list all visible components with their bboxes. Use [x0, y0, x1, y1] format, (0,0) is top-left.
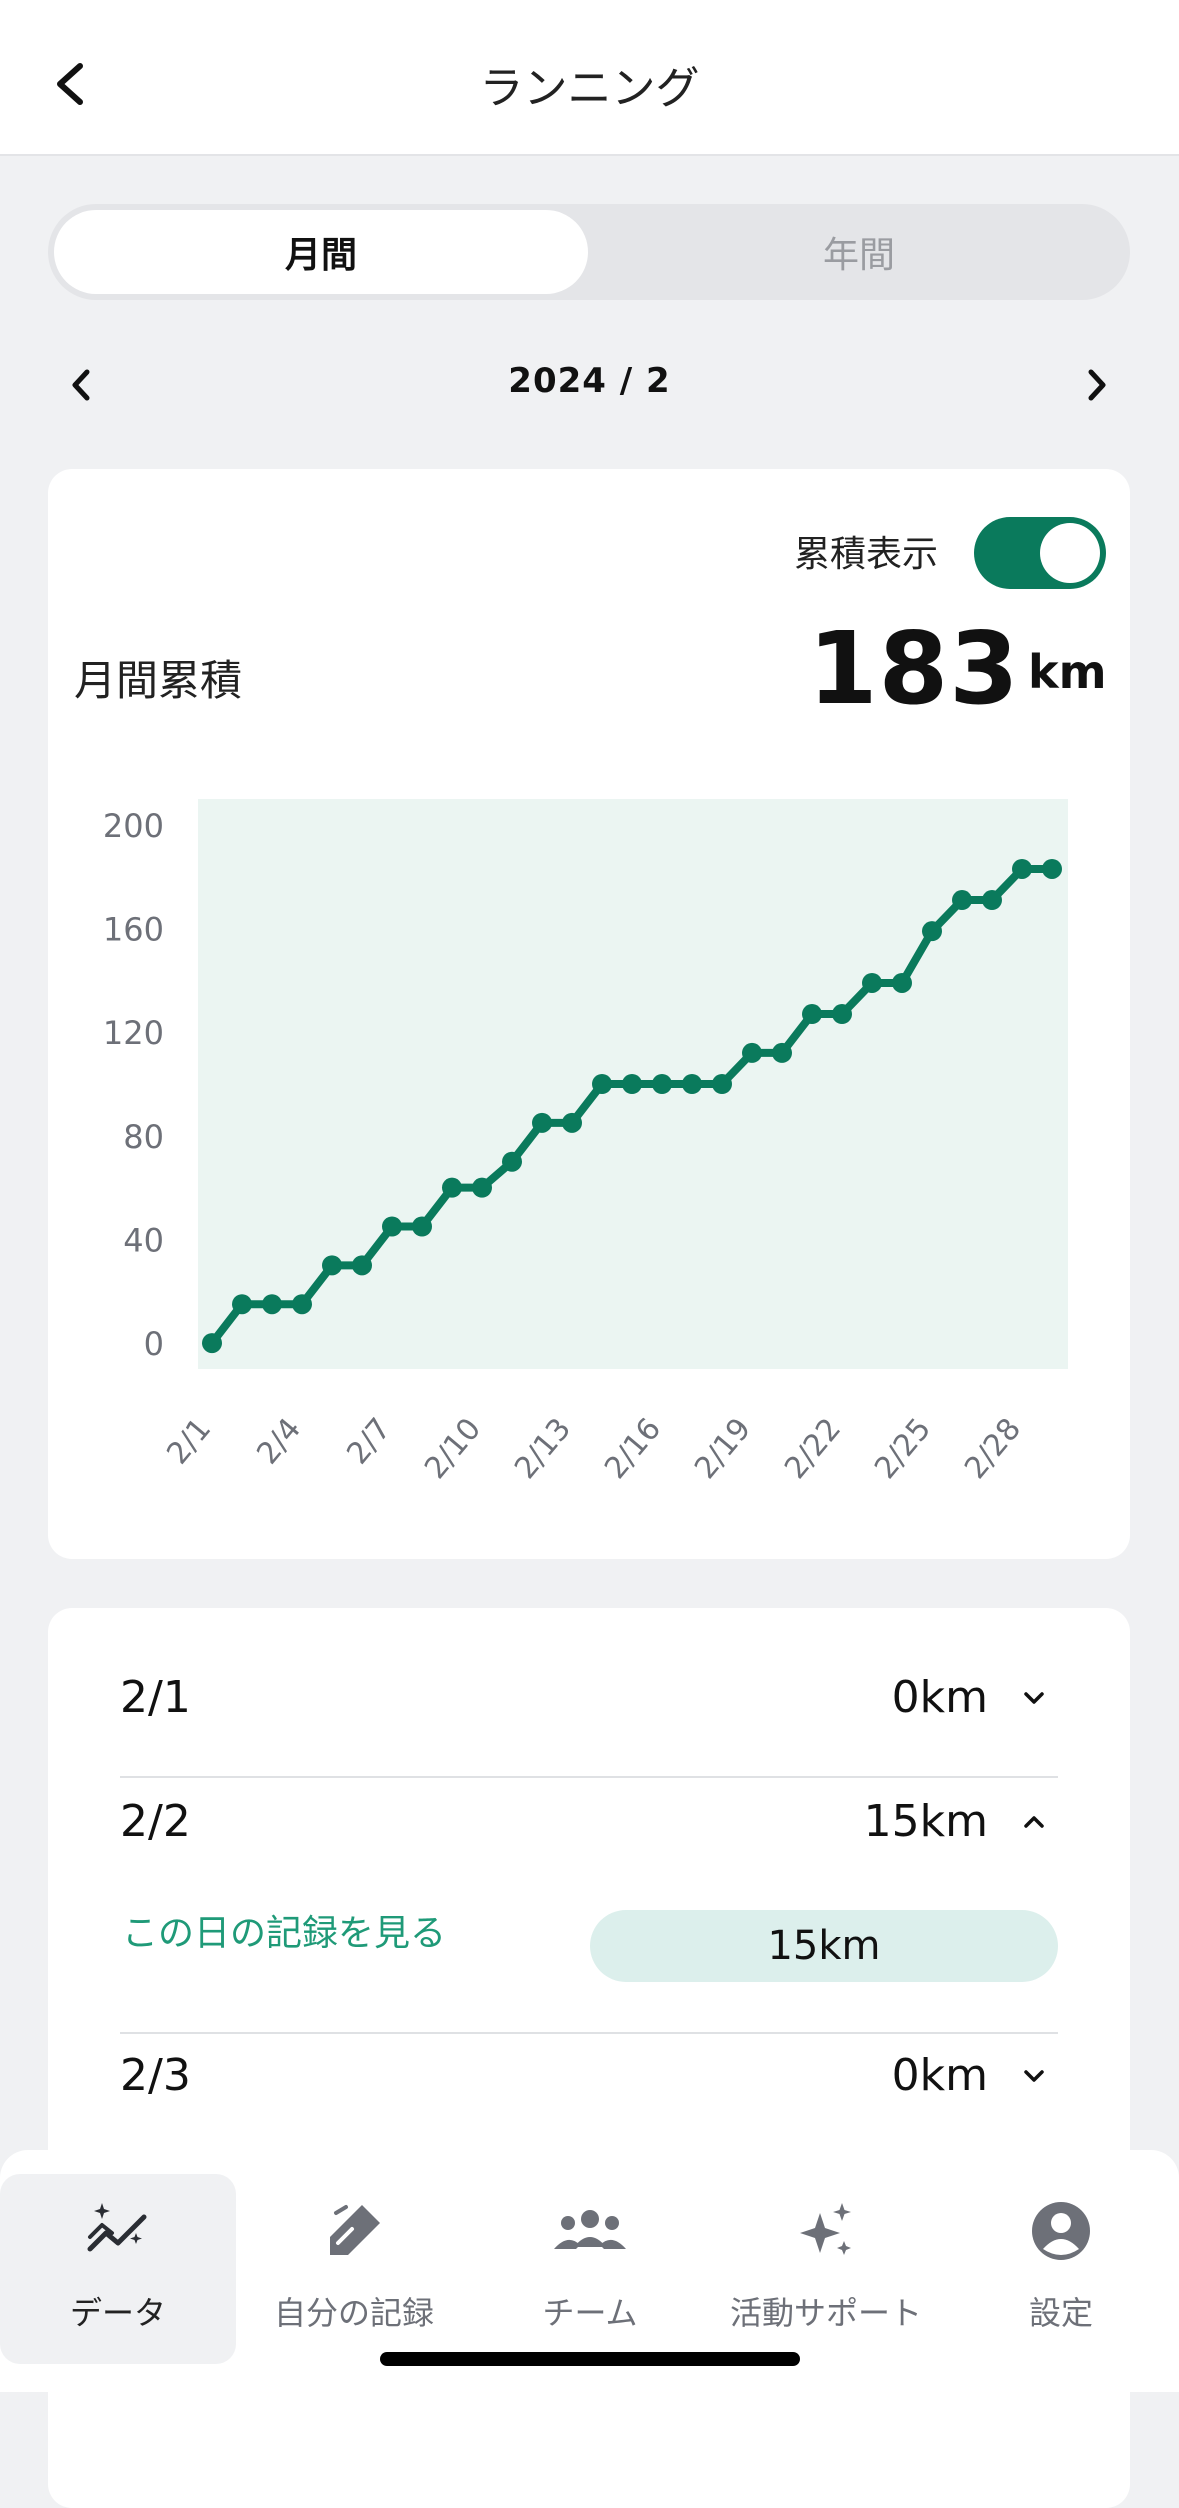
y-tick-label: 0	[144, 1325, 164, 1363]
data-point	[472, 1177, 492, 1198]
x-tick-label: 2/13	[508, 1412, 578, 1486]
tab-my-records[interactable]: 自分の記録	[236, 2174, 472, 2364]
data-point	[382, 1216, 402, 1237]
tab-monthly[interactable]: 月間	[54, 210, 588, 294]
record-row[interactable]: 2/1 0km	[120, 1668, 1058, 1728]
x-tick-label: 2/1	[160, 1412, 218, 1471]
record-value: 0km	[891, 1672, 988, 1723]
data-point	[232, 1294, 252, 1315]
record-value: 15km	[863, 1796, 988, 1847]
data-point	[562, 1112, 582, 1133]
tab-label: チーム	[542, 2294, 638, 2332]
y-tick-label: 40	[123, 1221, 164, 1259]
x-tick-label: 2/25	[868, 1412, 938, 1486]
record-date: 2/3	[120, 2050, 191, 2101]
tab-team[interactable]: チーム	[472, 2174, 708, 2364]
chevron-right-icon	[1088, 369, 1106, 401]
monthly-total-value: 183	[808, 610, 1020, 727]
chevron-down-icon[interactable]	[1014, 1678, 1054, 1718]
record-row[interactable]: 2/3 0km	[120, 2046, 1058, 2106]
data-point	[622, 1074, 642, 1094]
data-point	[772, 1042, 792, 1063]
tab-yearly[interactable]: 年間	[588, 204, 1130, 300]
tab-settings[interactable]: 設定	[943, 2174, 1179, 2364]
data-point	[862, 972, 882, 993]
data-point	[952, 890, 972, 911]
tab-activity-support[interactable]: 活動サポート	[708, 2174, 944, 2364]
toggle-knob	[1040, 523, 1100, 583]
month-navigation: 2024 / 2	[0, 355, 1179, 415]
chart-sparkle-icon	[0, 2196, 236, 2266]
data-point	[802, 1004, 822, 1025]
x-tick-label: 2/16	[598, 1412, 668, 1486]
sparkles-icon	[708, 2196, 944, 2266]
record-row-expanded[interactable]: 2/2 15km	[120, 1792, 1058, 1852]
divider	[120, 2032, 1058, 2034]
pencil-icon	[236, 2196, 472, 2266]
x-tick-label: 2/19	[688, 1412, 758, 1486]
data-point	[922, 921, 942, 942]
cumulative-toggle[interactable]	[974, 517, 1106, 589]
x-tick-label: 2/4	[250, 1412, 308, 1471]
data-point	[292, 1294, 312, 1315]
period-segmented-control: 月間 年間	[48, 204, 1130, 300]
data-point	[532, 1112, 552, 1133]
x-tick-label: 2/10	[418, 1412, 488, 1486]
data-point	[652, 1074, 672, 1094]
data-point	[712, 1074, 732, 1094]
chevron-up-icon[interactable]	[1014, 1802, 1054, 1842]
record-value: 0km	[891, 2050, 988, 2101]
tab-label: 設定	[1028, 2294, 1093, 2332]
data-point	[352, 1255, 372, 1276]
record-date: 2/2	[120, 1796, 191, 1847]
data-point	[202, 1333, 222, 1354]
cumulative-toggle-label: 累積表示	[794, 534, 939, 575]
data-point	[982, 890, 1002, 911]
page-title: ランニング	[479, 63, 700, 114]
x-tick-label: 2/22	[778, 1412, 848, 1486]
data-point	[322, 1255, 342, 1276]
data-point	[742, 1042, 762, 1063]
divider	[120, 1776, 1058, 1778]
tab-label: 活動サポート	[729, 2294, 922, 2332]
y-tick-label: 200	[103, 807, 164, 845]
next-month-button[interactable]	[1072, 355, 1122, 415]
monthly-total-unit: km	[1028, 645, 1107, 699]
data-point	[1012, 858, 1032, 879]
y-tick-label: 160	[103, 911, 164, 949]
x-tick-label: 2/28	[958, 1412, 1028, 1486]
data-point	[592, 1074, 612, 1094]
data-point	[502, 1151, 522, 1172]
data-point	[682, 1074, 702, 1094]
group-icon	[472, 2196, 708, 2266]
chevron-down-icon[interactable]	[1014, 2056, 1054, 2096]
home-indicator	[380, 2352, 800, 2366]
tab-label: データ	[69, 2294, 166, 2332]
data-point	[442, 1177, 462, 1198]
y-tick-label: 80	[123, 1118, 164, 1156]
data-point	[832, 1004, 852, 1025]
monthly-total-label: 月間累積	[74, 656, 243, 705]
record-date: 2/1	[120, 1672, 191, 1723]
y-tick-label: 120	[103, 1014, 164, 1052]
data-point	[412, 1216, 432, 1237]
app-header: ランニング	[0, 0, 1179, 156]
month-label: 2024 / 2	[508, 361, 671, 401]
tab-label: 自分の記録	[273, 2294, 434, 2332]
record-detail-pill: 15km	[590, 1910, 1058, 1982]
account-icon	[943, 2196, 1179, 2266]
data-point	[1042, 858, 1062, 879]
view-day-record-link[interactable]: この日の記録を見る	[122, 1904, 446, 1956]
x-tick-label: 2/7	[340, 1412, 398, 1471]
tab-data[interactable]: データ	[0, 2174, 236, 2364]
monthly-summary-card: 累積表示 月間累積 183 km 0 40 80 120 160 200 2/1 2/4 2/7…	[48, 469, 1130, 1559]
data-point	[262, 1294, 282, 1315]
cumulative-line-chart: 0 40 80 120 160 200 2/1 2/4 2/7 2/10 2/13 2/16 2/19 2…	[103, 799, 1068, 1486]
data-point	[892, 972, 912, 993]
